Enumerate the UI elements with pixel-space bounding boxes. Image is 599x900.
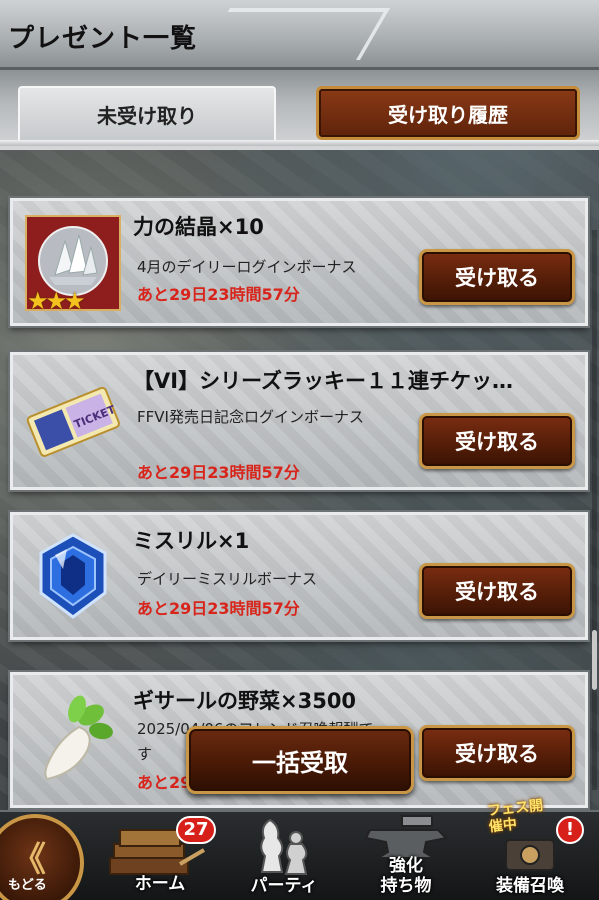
tab-received-history[interactable]: 受け取り履歴 xyxy=(316,86,580,140)
alert-badge: ! xyxy=(556,816,584,844)
ticket-icon: TICKET xyxy=(25,373,121,469)
item-title: ミスリル×1 xyxy=(133,529,250,553)
page-title: プレゼント一覧 xyxy=(8,24,198,54)
receive-button[interactable]: 受け取る xyxy=(419,725,575,781)
present-item: ミスリル×1 デイリーミスリルボーナス あと29日23時間57分 受け取る xyxy=(10,512,588,640)
item-deadline: あと29日23時間57分 xyxy=(137,599,300,618)
notification-badge: 27 xyxy=(176,816,216,844)
nav-home-label: ホーム xyxy=(134,874,186,894)
item-deadline: あと29日23時間57分 xyxy=(137,463,300,482)
nav-enhance-items-label: 強化 持ち物 xyxy=(380,856,432,896)
item-description: デイリーミスリルボーナス xyxy=(137,570,318,588)
receive-button[interactable]: 受け取る xyxy=(419,563,575,619)
nav-enhance-items[interactable]: 強化 持ち物 xyxy=(346,812,466,900)
nav-equipment-summon[interactable]: フェス開催中 装備召喚 ! xyxy=(470,798,590,900)
bulk-receive-button[interactable]: 一括受取 xyxy=(186,726,414,794)
item-title: 力の結晶×10 xyxy=(133,215,264,239)
nav-home[interactable]: ホーム 27 xyxy=(100,812,220,900)
item-title: ギサールの野菜×3500 xyxy=(133,689,357,713)
mythril-gem-icon xyxy=(25,529,121,625)
item-description: FFVI発売日記念ログインボーナス xyxy=(137,408,364,426)
item-deadline: あと29日23時間57分 xyxy=(137,285,300,304)
present-item: TICKET 【VI】シリーズラッキー１１連チケッ… FFVI発売日記念ログイン… xyxy=(10,352,588,490)
scrollbar-thumb[interactable] xyxy=(592,630,597,690)
nav-equipment-summon-label: 装備召喚 xyxy=(496,876,564,896)
header: プレゼント一覧 xyxy=(0,0,599,70)
rarity-stars: ★★★ xyxy=(27,287,86,315)
tab-underline xyxy=(0,140,599,146)
present-item: ★★★ 力の結晶×10 4月のデイリーログインボーナス あと29日23時間57分… xyxy=(10,198,588,326)
gysahl-greens-icon xyxy=(25,689,121,785)
scrollbar-track[interactable] xyxy=(592,230,597,790)
nav-party[interactable]: パーティ xyxy=(224,812,344,900)
item-title: 【VI】シリーズラッキー１１連チケッ… xyxy=(133,369,514,393)
chess-pieces-icon xyxy=(260,818,308,875)
receive-button[interactable]: 受け取る xyxy=(419,413,575,469)
header-ornament xyxy=(199,8,391,60)
item-description: 4月のデイリーログインボーナス xyxy=(137,258,357,276)
tab-unreceived[interactable]: 未受け取り xyxy=(18,86,276,140)
nav-party-label: パーティ xyxy=(250,876,318,896)
receive-button[interactable]: 受け取る xyxy=(419,249,575,305)
back-label: もどる xyxy=(8,878,47,893)
